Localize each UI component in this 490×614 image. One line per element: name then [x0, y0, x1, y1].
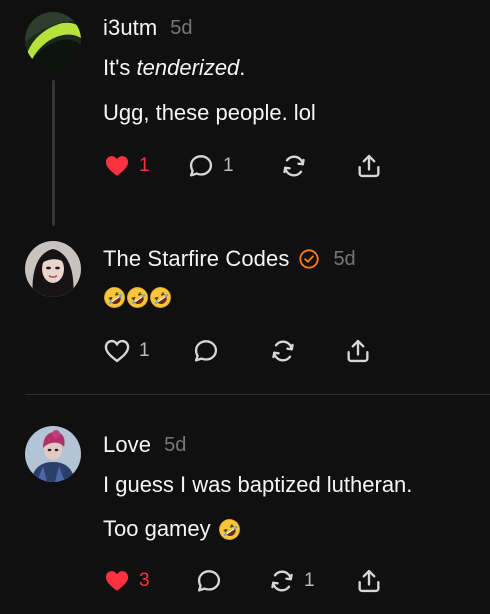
- timestamp: 5d: [164, 433, 187, 456]
- comment-text-emojis: [103, 286, 172, 309]
- text-emphasis: tenderized: [136, 55, 240, 80]
- rolling-on-floor-laughing-emoji-icon: [149, 286, 172, 309]
- rolling-on-floor-laughing-emoji-icon: [126, 286, 149, 309]
- repost-button[interactable]: [269, 337, 297, 365]
- text-suffix: .: [239, 55, 246, 80]
- comment-love: Love 5d I guess I was baptized lutheran.…: [0, 395, 490, 614]
- speech-bubble-icon: [192, 337, 220, 365]
- speech-bubble-icon: [187, 152, 215, 180]
- heart-icon: [103, 152, 131, 180]
- action-bar: 1: [103, 337, 403, 365]
- share-button[interactable]: [344, 337, 372, 365]
- comment-text-line-1: I guess I was baptized lutheran.: [103, 472, 413, 497]
- comment-text-line-2: Too gamey: [103, 516, 241, 542]
- repost-arrows-icon: [280, 152, 308, 180]
- like-count: 3: [139, 570, 150, 591]
- text-prefix: It's: [103, 55, 137, 80]
- share-upload-icon: [344, 337, 372, 365]
- avatar[interactable]: [25, 12, 81, 68]
- speech-bubble-icon: [195, 567, 223, 595]
- avatar[interactable]: [25, 241, 81, 297]
- repost-button[interactable]: 1: [268, 567, 315, 595]
- like-button[interactable]: 1: [103, 152, 150, 180]
- reply-button[interactable]: 1: [187, 152, 234, 180]
- comment-the-starfire-codes: The Starfire Codes 5d 1: [0, 240, 490, 394]
- comment-i3utm: i3utm 5d It's tenderized. Ugg, these peo…: [0, 0, 490, 240]
- share-upload-icon: [355, 567, 383, 595]
- like-button[interactable]: 3: [103, 567, 150, 595]
- share-upload-icon: [355, 152, 383, 180]
- repost-arrows-icon: [269, 337, 297, 365]
- action-bar: 3 1: [103, 567, 403, 595]
- comment-header: The Starfire Codes 5d: [103, 246, 356, 272]
- repost-button[interactable]: [280, 152, 308, 180]
- reply-count: 1: [223, 155, 234, 176]
- heart-icon: [103, 337, 131, 365]
- share-button[interactable]: [355, 567, 383, 595]
- comment-text-line-1: It's tenderized.: [103, 55, 245, 81]
- avatar[interactable]: [25, 426, 81, 482]
- like-button[interactable]: 1: [103, 337, 150, 365]
- comment-text: Too gamey: [103, 516, 211, 541]
- rolling-on-floor-laughing-emoji-icon: [103, 286, 126, 309]
- timestamp: 5d: [333, 247, 356, 270]
- repost-count: 1: [304, 570, 315, 591]
- repost-arrows-icon: [268, 567, 296, 595]
- comment-header: i3utm 5d: [103, 15, 193, 41]
- like-count: 1: [139, 155, 150, 176]
- action-bar: 1 1: [103, 152, 403, 180]
- username[interactable]: i3utm: [103, 15, 157, 41]
- verified-badge-icon: [298, 248, 320, 270]
- comment-header: Love 5d: [103, 432, 186, 458]
- username[interactable]: Love: [103, 432, 151, 458]
- rolling-on-floor-laughing-emoji-icon: [218, 518, 241, 541]
- username[interactable]: The Starfire Codes: [103, 246, 289, 272]
- reply-button[interactable]: [192, 337, 220, 365]
- timestamp: 5d: [170, 16, 193, 39]
- like-count: 1: [139, 340, 150, 361]
- heart-icon: [103, 567, 131, 595]
- reply-button[interactable]: [195, 567, 223, 595]
- comment-text-line-2: Ugg, these people. lol: [103, 100, 316, 125]
- thread-line: [52, 80, 55, 226]
- share-button[interactable]: [355, 152, 383, 180]
